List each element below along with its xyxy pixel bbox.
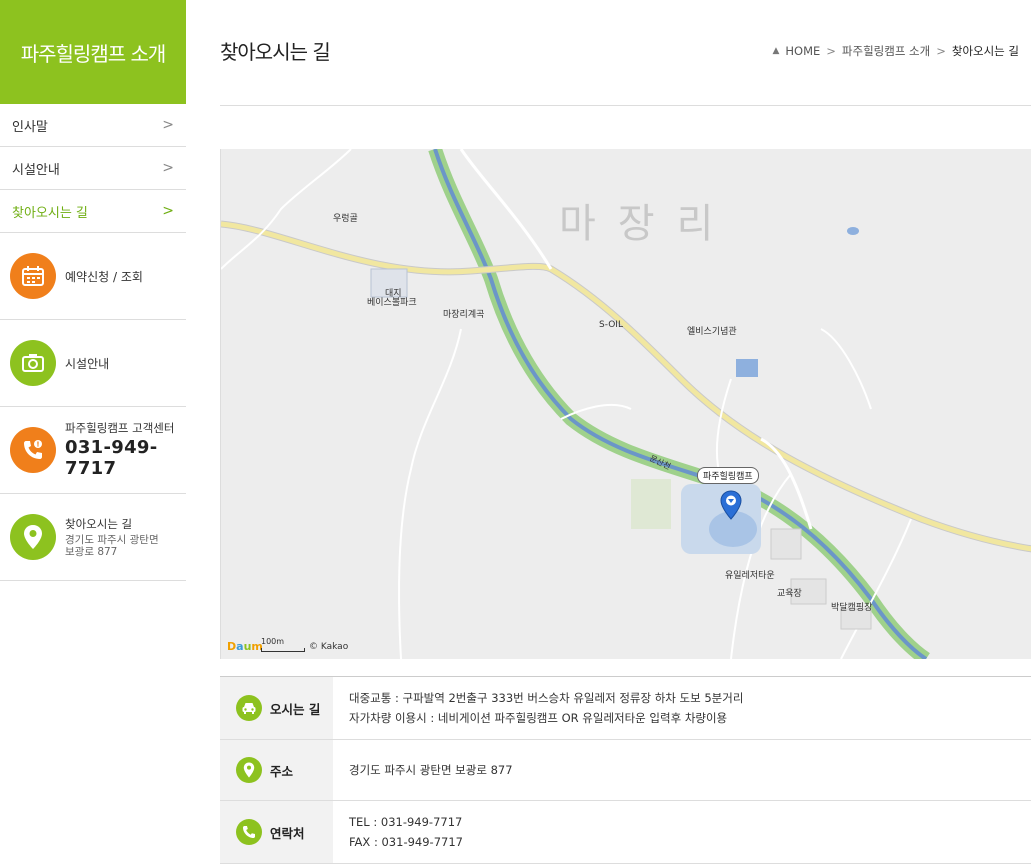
phone-icon — [236, 819, 262, 845]
customer-center-phone: 031-949-7717 — [65, 437, 158, 479]
quick-reservation[interactable]: 예약신청 / 조회 — [0, 233, 186, 320]
location-pin-icon — [10, 514, 56, 560]
map-place-label: 마장리계곡 — [443, 310, 485, 320]
info-head: 주소 — [220, 740, 333, 800]
chevron-right-icon: > — [162, 117, 174, 133]
camera-icon — [10, 340, 56, 386]
map-place-label: 우렁골 — [333, 214, 358, 224]
chevron-right-icon: > — [162, 160, 174, 176]
sidebar-item-directions[interactable]: 찾아오시는 길 > — [0, 190, 186, 233]
map-scale-bar — [261, 648, 305, 652]
directions-address-line2: 보광로 877 — [65, 545, 118, 558]
contact-head-label: 연락처 — [270, 825, 305, 841]
chevron-right-icon: > — [162, 203, 174, 219]
phone-icon: ! — [10, 427, 56, 473]
reservation-label: 예약신청 / 조회 — [65, 269, 143, 284]
breadcrumb-home[interactable]: HOME — [785, 44, 820, 58]
map-region-name: 마장리 — [559, 201, 736, 247]
sidebar-title: 파주힐링캠프 소개 — [0, 0, 186, 104]
map-place-label: 교육장 — [777, 589, 802, 599]
breadcrumb-current: 찾아오시는 길 — [951, 44, 1019, 58]
route-public-transport: 대중교통 : 구파발역 2번출구 333번 버스승차 유일레저 정류장 하차 도… — [349, 691, 744, 705]
contact-tel: TEL : 031-949-7717 — [349, 815, 463, 829]
sidebar-item-facility[interactable]: 시설안내 > — [0, 147, 186, 190]
facility-label: 시설안내 — [65, 356, 110, 371]
breadcrumb-section[interactable]: 파주힐링캠프 소개 — [842, 43, 930, 59]
map-place-label: 박달캠핑장 — [831, 603, 873, 613]
car-icon — [236, 695, 262, 721]
map-copyright: © Kakao — [309, 642, 349, 652]
sidebar-item-label: 시설안내 — [12, 162, 60, 178]
map-place-label: 유일레저타운 — [725, 571, 775, 581]
sidebar: 파주힐링캠프 소개 인사말 > 시설안내 > 찾아오시는 길 > 예약신청 / … — [0, 0, 186, 864]
quick-facility[interactable]: 시설안내 — [0, 320, 186, 407]
svg-text:!: ! — [36, 441, 39, 449]
info-row-address: 주소 경기도 파주시 광탄면 보광로 877 — [220, 740, 1031, 801]
quick-directions[interactable]: 찾아오시는 길 경기도 파주시 광탄면 보광로 877 — [0, 494, 186, 581]
map-place-label: 엘비스기념관 — [687, 327, 737, 337]
contact-fax: FAX : 031-949-7717 — [349, 835, 463, 849]
sidebar-item-label: 찾아오시는 길 — [12, 205, 88, 221]
home-icon: ▲ — [772, 46, 780, 56]
breadcrumb-separator: > — [826, 44, 836, 58]
calendar-icon — [10, 253, 56, 299]
route-head-label: 오시는 길 — [270, 701, 321, 717]
sidebar-item-label: 인사말 — [12, 119, 48, 135]
sidebar-item-greeting[interactable]: 인사말 > — [0, 104, 186, 147]
info-body: 경기도 파주시 광탄면 보광로 877 — [333, 740, 1031, 800]
map[interactable]: 마장리 우렁골 대지 베이스볼파크 마장리계곡 S-OIL 엘비스기념관 유일레… — [220, 149, 1031, 659]
info-row-route: 오시는 길 대중교통 : 구파발역 2번출구 333번 버스승차 유일레저 정류… — [220, 677, 1031, 740]
map-provider-logo: Daum — [227, 640, 263, 653]
location-pin-icon — [236, 757, 262, 783]
address-head-label: 주소 — [270, 763, 294, 779]
info-head: 오시는 길 — [220, 677, 333, 739]
info-body: TEL : 031-949-7717 FAX : 031-949-7717 — [333, 801, 1031, 863]
header-divider — [220, 105, 1031, 106]
map-pin-label: 파주힐링캠프 — [697, 467, 759, 484]
directions-address-line1: 경기도 파주시 광탄면 — [65, 533, 159, 546]
page-title: 찾아오시는 길 — [220, 40, 331, 64]
info-body: 대중교통 : 구파발역 2번출구 333번 버스승차 유일레저 정류장 하차 도… — [333, 677, 1031, 739]
route-car: 자가차량 이용시 : 네비게이션 파주힐링캠프 OR 유일레저타운 입력후 차량… — [349, 711, 728, 725]
breadcrumb: ▲ HOME > 파주힐링캠프 소개 > 찾아오시는 길 — [772, 43, 1019, 59]
info-table: 오시는 길 대중교통 : 구파발역 2번출구 333번 버스승차 유일레저 정류… — [220, 676, 1031, 864]
map-place-label: 베이스볼파크 — [367, 298, 417, 308]
address-value: 경기도 파주시 광탄면 보광로 877 — [349, 763, 513, 777]
map-place-label: S-OIL — [599, 320, 623, 330]
info-head: 연락처 — [220, 801, 333, 863]
directions-title: 찾아오시는 길 — [65, 516, 133, 531]
breadcrumb-separator: > — [936, 44, 946, 58]
info-row-contact: 연락처 TEL : 031-949-7717 FAX : 031-949-771… — [220, 801, 1031, 864]
map-scale-label: 100m — [261, 637, 285, 646]
quick-customer-center[interactable]: ! 파주힐링캠프 고객센터 031-949-7717 — [0, 407, 186, 494]
customer-center-title: 파주힐링캠프 고객센터 — [65, 421, 175, 435]
